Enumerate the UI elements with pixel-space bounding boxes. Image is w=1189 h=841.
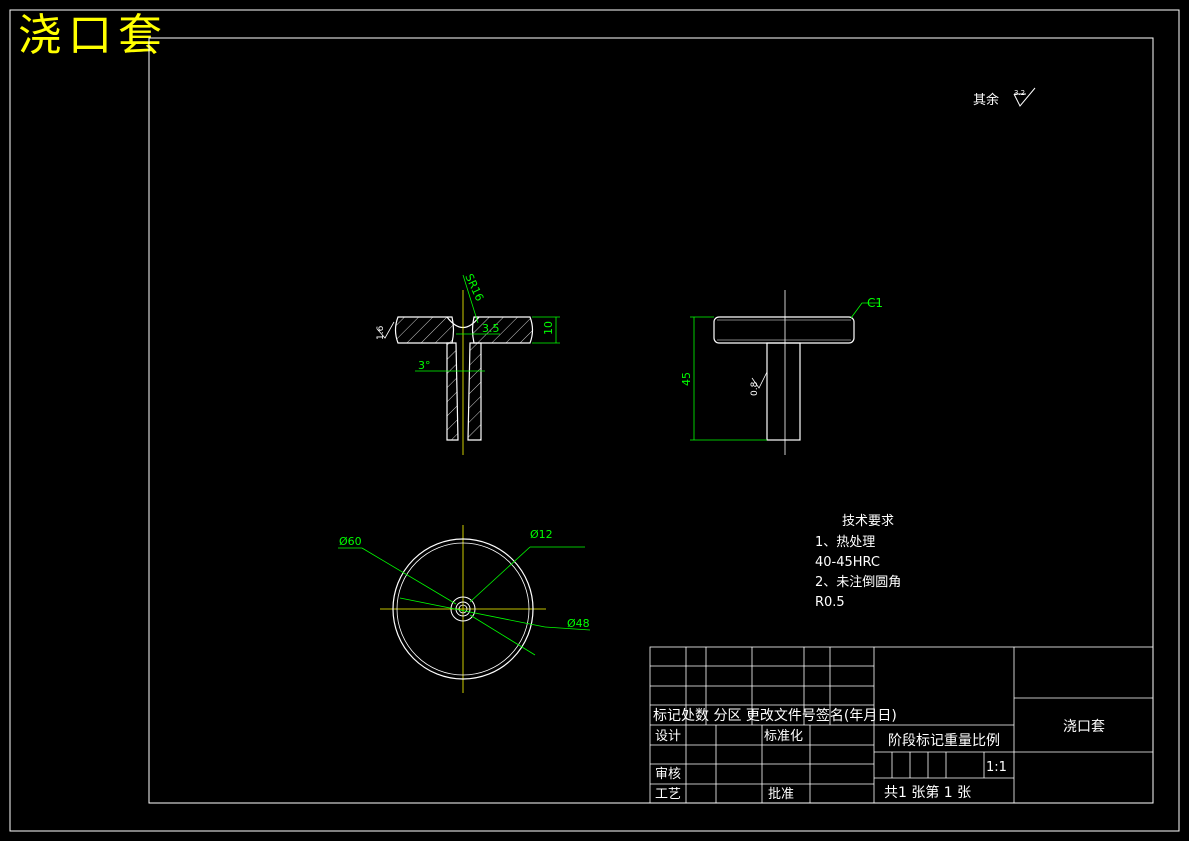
outer-border [9,9,1180,832]
revision-header: 标记处数 分区 更改文件号签名(年月日) [653,707,897,724]
dim-height: 45 [680,372,693,386]
section-view: 10 SR16 3.5 3° 1.6 [376,272,560,455]
dim-d60: Ø60 [339,535,362,548]
scale-value: 1:1 [986,760,1007,775]
roughness-value: 3.2 [1014,89,1025,97]
part-name: 浇口套 [1063,719,1105,735]
process-label: 工艺 [655,787,681,802]
roughness-right: 0.8 [750,381,760,396]
stage-header: 阶段标记重量比例 [888,733,1000,749]
general-roughness-note: 其余 3.2 [973,87,1036,108]
standard-label: 标准化 [764,729,803,744]
roughness-label: 其余 [973,92,999,108]
engineering-drawing: 其余 3.2 10 SR16 3.5 3° 1.6 45 C1 0.8 Ø60 … [9,9,1180,832]
tech-line-2: 40-45HRC [815,555,880,570]
dim-d12: Ø12 [530,528,553,541]
design-label: 设计 [655,729,681,744]
dim-d48: Ø48 [567,617,590,630]
dim-thickness: 10 [542,321,555,335]
sheet-count: 共1 张第 1 张 [884,784,971,801]
title-block-text: 标记处数 分区 更改文件号签名(年月日) 设计 标准化 审核 工艺 批准 阶段标… [653,707,1105,802]
roughness-left: 1.6 [376,325,386,340]
dim-hole: 3.5 [482,322,500,335]
approve-label: 批准 [768,787,794,802]
technical-requirements: 技术要求 1、热处理 40-45HRC 2、未注倒圆角 R0.5 [815,514,901,610]
tech-line-4: R0.5 [815,595,845,610]
dim-taper: 3° [418,359,431,372]
tech-heading: 技术要求 [842,514,894,529]
inner-border [148,37,1154,804]
top-view: Ø60 Ø12 Ø48 [338,525,591,693]
tech-line-1: 1、热处理 [815,535,875,550]
side-view: 45 C1 0.8 [680,290,883,455]
dim-sr16: SR16 [462,272,486,303]
dim-chamfer: C1 [867,296,883,310]
tech-line-3: 2、未注倒圆角 [815,575,901,590]
review-label: 审核 [655,767,681,782]
